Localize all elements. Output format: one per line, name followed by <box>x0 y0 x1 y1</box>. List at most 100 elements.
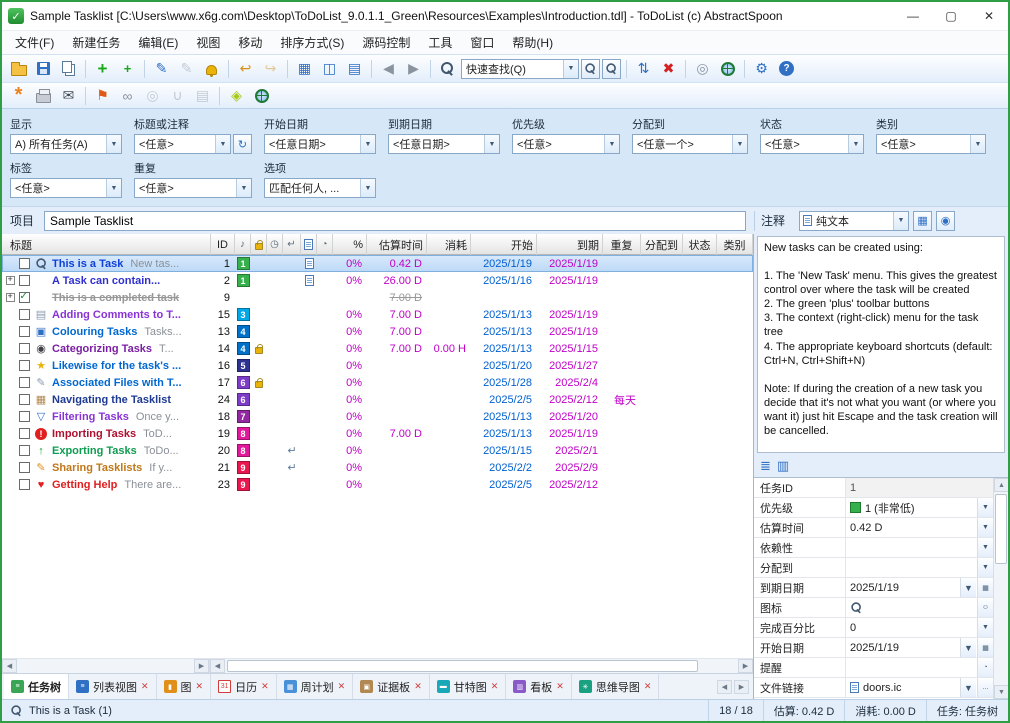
scroll-right-icon[interactable]: ▶ <box>738 659 753 673</box>
task-title[interactable]: Importing Tasks <box>52 428 136 440</box>
help-icon[interactable]: ? <box>775 58 798 80</box>
attributes-scrollbar[interactable]: ▲ ▼ <box>993 478 1008 699</box>
attachment-icon[interactable]: ∪ <box>166 85 189 107</box>
menu-source-control[interactable]: 源码控制 <box>353 32 419 53</box>
filter-refresh-button[interactable]: ↻ <box>233 134 252 154</box>
search-options-button[interactable] <box>602 59 621 79</box>
menu-help[interactable]: 帮助(H) <box>503 32 562 53</box>
task-checkbox[interactable] <box>16 357 32 374</box>
estimate-dropdown[interactable]: ▼ <box>977 518 993 537</box>
task-checkbox[interactable] <box>16 391 32 408</box>
task-checkbox[interactable] <box>16 425 32 442</box>
tab-kanban[interactable]: ▥ 看板 ✕ <box>506 674 572 699</box>
quick-search-dropdown[interactable] <box>563 60 578 78</box>
reminder-icon[interactable] <box>200 58 223 80</box>
new-subtask-icon[interactable]: + <box>116 58 139 80</box>
task-checkbox[interactable] <box>16 476 32 493</box>
task-checkbox[interactable] <box>16 442 32 459</box>
column-estimate[interactable]: 估算时间 <box>367 234 427 255</box>
reminder-bell-button[interactable]: ◔ <box>977 658 993 677</box>
comments-format-combo[interactable]: 纯文本 <box>799 211 909 231</box>
filter-startdate-combo[interactable]: <任意日期> <box>264 134 376 154</box>
task-title[interactable]: This is a completed task <box>52 292 179 304</box>
column-spent[interactable]: 消耗 <box>427 234 471 255</box>
filter-allocto-combo[interactable]: <任意一个> <box>632 134 748 154</box>
task-row[interactable]: ◉ Categorizing TasksT... 14 4 0% 7.00 D … <box>2 340 753 357</box>
reminder-column-icon[interactable]: ◷ <box>267 234 283 255</box>
print-icon[interactable] <box>32 85 55 107</box>
filter-show-combo[interactable]: A) 所有任务(A) <box>10 134 122 154</box>
project-input[interactable] <box>44 211 746 231</box>
task-checkbox[interactable] <box>16 459 32 476</box>
column-recurrence[interactable]: 重复 <box>603 234 641 255</box>
title-scrollbar[interactable]: ◀ ▶ <box>2 659 210 673</box>
filter-priority-combo[interactable]: <任意> <box>512 134 620 154</box>
close-tab-icon[interactable]: ✕ <box>338 681 346 692</box>
menu-window[interactable]: 窗口 <box>461 32 503 53</box>
column-start[interactable]: 开始 <box>471 234 537 255</box>
preferences-gear-icon[interactable]: ⚙ <box>750 58 773 80</box>
find-tasks-icon[interactable] <box>436 58 459 80</box>
task-title[interactable]: Likewise for the task's ... <box>52 360 181 372</box>
column-status[interactable]: 状态 <box>683 234 717 255</box>
attribute-group-icon[interactable]: ≣ <box>760 458 771 474</box>
menu-edit[interactable]: 编辑(E) <box>129 32 187 53</box>
task-checkbox[interactable] <box>16 306 32 323</box>
close-tab-icon[interactable]: ✕ <box>644 681 652 692</box>
comments-grid-button[interactable]: ▦ <box>913 211 932 231</box>
scroll-down-icon[interactable]: ▼ <box>994 685 1008 699</box>
filter-duedate-combo[interactable]: <任意日期> <box>388 134 500 154</box>
task-row[interactable]: ★ Likewise for the task's ... 16 5 0% 20… <box>2 357 753 374</box>
menu-sort[interactable]: 排序方式(S) <box>271 32 353 53</box>
filter-status-combo[interactable]: <任意> <box>760 134 864 154</box>
task-title[interactable]: Colouring Tasks <box>52 326 137 338</box>
recurrence-icon[interactable]: ◎ <box>141 85 164 107</box>
notes-icon[interactable]: ▤ <box>191 85 214 107</box>
maximize-button[interactable]: ▢ <box>932 3 970 29</box>
filter-category-combo[interactable]: <任意> <box>876 134 986 154</box>
task-row[interactable]: This is a completed task 9 7.00 D <box>2 289 753 306</box>
task-title[interactable]: This is a Task <box>52 258 123 270</box>
flag-icon[interactable]: ⚑ <box>91 85 114 107</box>
task-title[interactable]: Sharing Tasklists <box>52 462 142 474</box>
column-allocto[interactable]: 分配到 <box>641 234 683 255</box>
filelink-dropdown[interactable]: ▼ <box>960 678 976 697</box>
menu-move[interactable]: 移动 <box>229 32 271 53</box>
maximize-tasklist-icon[interactable]: ▦ <box>293 58 316 80</box>
quick-search-combo[interactable]: 快速查找(Q) <box>461 59 579 79</box>
task-row[interactable]: This is a TaskNew tas... 1 1 0% 0.42 D 2… <box>2 255 753 272</box>
task-checkbox[interactable] <box>16 340 32 357</box>
new-tasklist-icon[interactable] <box>7 58 30 80</box>
tab-gantt[interactable]: ▬ 甘特图 ✕ <box>430 674 507 699</box>
task-title[interactable]: Getting Help <box>52 479 117 491</box>
comments-expand-button[interactable]: ◉ <box>936 211 955 231</box>
scroll-right-icon[interactable]: ▶ <box>194 659 209 673</box>
icon-picker-button[interactable]: ☺ <box>977 598 993 617</box>
dependency-dropdown[interactable]: ▼ <box>977 538 993 557</box>
column-title[interactable]: 标题 <box>2 234 211 255</box>
startdate-time-button[interactable]: ▦ <box>977 638 993 657</box>
quick-search-value[interactable]: 快速查找(Q) <box>462 61 563 77</box>
undo-icon[interactable]: ↩ <box>234 58 257 80</box>
startdate-dropdown[interactable]: ▼ <box>960 638 976 657</box>
task-row[interactable]: ▽ Filtering TasksOnce y... 18 7 0% 2025/… <box>2 408 753 425</box>
duedate-time-button[interactable]: ▦ <box>977 578 993 597</box>
delete-task-icon[interactable]: ✖ <box>657 58 680 80</box>
task-row[interactable]: ✎ Associated Files with T... 17 6 0% 202… <box>2 374 753 391</box>
task-row[interactable]: ♥ Getting HelpThere are... 23 9 0% 2025/… <box>2 476 753 493</box>
columns-scrollbar[interactable]: ◀ ▶ <box>210 659 753 673</box>
sort-icon[interactable]: ⇅ <box>632 58 655 80</box>
task-row[interactable]: ▦ Navigating the Tasklist 24 6 0% 2025/2… <box>2 391 753 408</box>
task-title[interactable]: Categorizing Tasks <box>52 343 152 355</box>
duedate-dropdown[interactable]: ▼ <box>960 578 976 597</box>
icon-column-icon[interactable]: ♪ <box>235 234 251 255</box>
close-tab-icon[interactable]: ✕ <box>141 681 149 692</box>
expand-icon[interactable] <box>2 289 16 306</box>
tab-list-view[interactable]: ≡ 列表视图 ✕ <box>69 674 157 699</box>
task-row[interactable]: ↑ Exporting TasksToDo... 20 8 ↵ 0% 2025/… <box>2 442 753 459</box>
task-comments-text[interactable]: New tasks can be created using: 1. The '… <box>757 236 1005 453</box>
priority-dropdown[interactable]: ▼ <box>977 498 993 517</box>
tab-week-planner[interactable]: ▦ 周计划 ✕ <box>277 674 354 699</box>
menu-view[interactable]: 视图 <box>187 32 229 53</box>
filter-titlecomment-combo[interactable]: <任意> <box>134 134 231 154</box>
